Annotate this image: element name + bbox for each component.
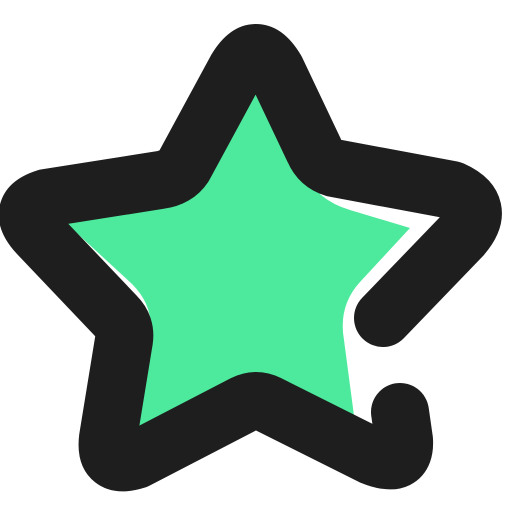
icon-canvas — [0, 0, 512, 512]
star-icon — [0, 24, 502, 492]
